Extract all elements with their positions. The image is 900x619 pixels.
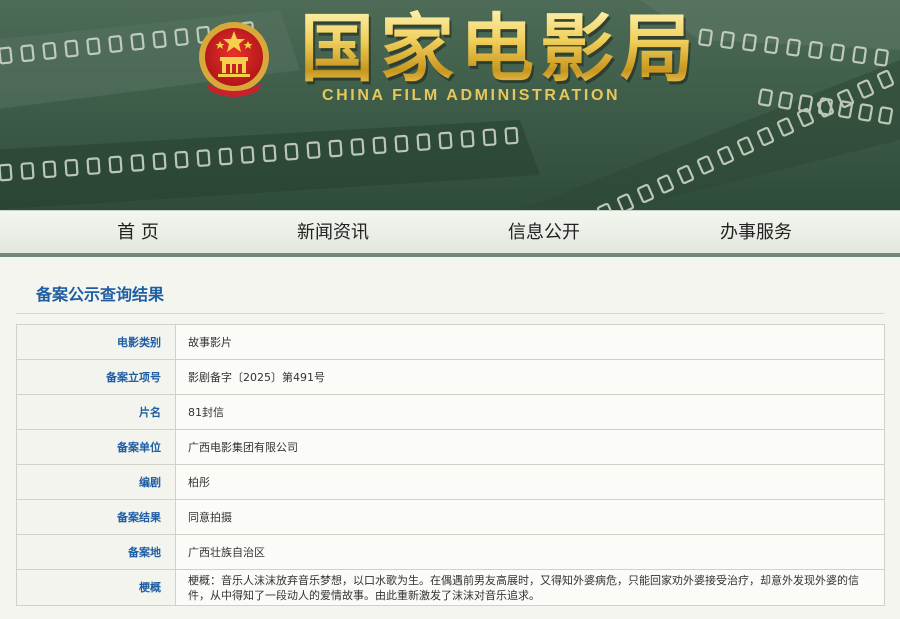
row-label: 备案立项号: [16, 359, 176, 395]
row-value: 同意拍摄: [175, 499, 885, 535]
site-title-en: CHINA FILM ADMINISTRATION: [322, 87, 621, 104]
table-row: 电影类别 故事影片: [16, 324, 885, 360]
table-row: 备案结果 同意拍摄: [16, 499, 885, 535]
table-row: 编剧 柏彤: [16, 464, 885, 500]
row-value: 柏彤: [175, 464, 885, 500]
nav-item-home[interactable]: 首 页: [96, 211, 180, 255]
row-label: 编剧: [16, 464, 176, 500]
table-row: 备案地 广西壮族自治区: [16, 534, 885, 570]
main-nav: 首 页 新闻资讯 信息公开 办事服务: [0, 210, 900, 254]
row-value: 广西电影集团有限公司: [175, 429, 885, 465]
nav-item-info-disclosure[interactable]: 信息公开: [494, 211, 594, 255]
table-row: 片名 81封信: [16, 394, 885, 430]
filing-info-table: 电影类别 故事影片 备案立项号 影剧备字〔2025〕第491号 片名 81封信 …: [16, 324, 885, 606]
row-label: 梗概: [16, 569, 176, 606]
site-banner: 国家电影局 CHINA FILM ADMINISTRATION: [0, 0, 900, 210]
row-value: 影剧备字〔2025〕第491号: [175, 359, 885, 395]
row-label: 备案地: [16, 534, 176, 570]
nav-item-services[interactable]: 办事服务: [706, 211, 806, 255]
table-row: 备案单位 广西电影集团有限公司: [16, 429, 885, 465]
section-title: 备案公示查询结果: [36, 285, 165, 304]
row-value: 81封信: [175, 394, 885, 430]
nav-item-news[interactable]: 新闻资讯: [283, 211, 383, 255]
row-value: 广西壮族自治区: [175, 534, 885, 570]
row-label: 备案单位: [16, 429, 176, 465]
row-value: 故事影片: [175, 324, 885, 360]
table-row: 备案立项号 影剧备字〔2025〕第491号: [16, 359, 885, 395]
row-label: 电影类别: [16, 324, 176, 360]
site-title-cn: 国家电影局: [300, 6, 710, 92]
row-label: 片名: [16, 394, 176, 430]
table-row: 梗概 梗概：音乐人沫沫放弃音乐梦想，以口水歌为生。在偶遇前男友高展时，又得知外婆…: [16, 569, 885, 606]
national-emblem-icon: [199, 22, 269, 97]
row-value: 梗概：音乐人沫沫放弃音乐梦想，以口水歌为生。在偶遇前男友高展时，又得知外婆病危，…: [175, 569, 885, 606]
section-divider: [16, 313, 884, 314]
row-label: 备案结果: [16, 499, 176, 535]
